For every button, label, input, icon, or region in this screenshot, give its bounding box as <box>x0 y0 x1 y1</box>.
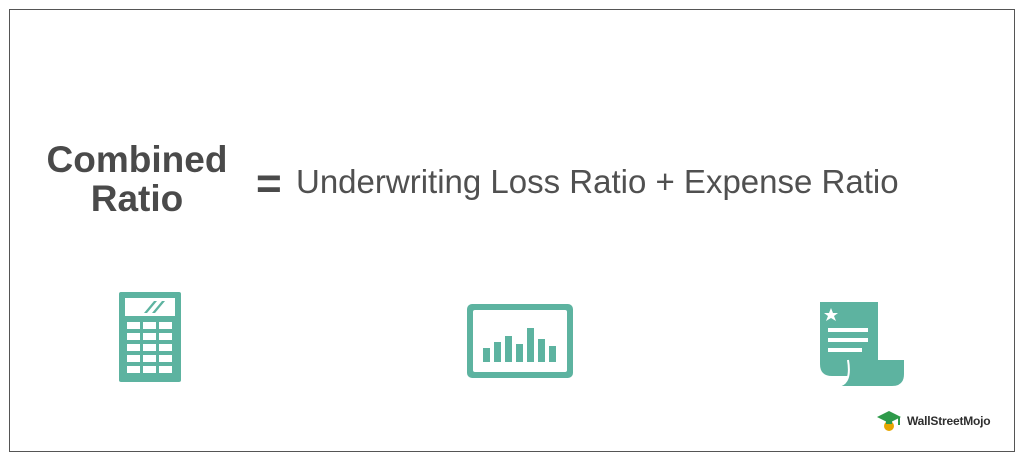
formula-lhs: Combined Ratio <box>36 140 238 218</box>
equals-sign: = <box>256 159 282 208</box>
logo-text: WallStreetMojo <box>907 414 991 428</box>
formula-rhs: Underwriting Loss Ratio + Expense Ratio <box>296 163 899 200</box>
bar-chart-icon <box>467 304 573 378</box>
lhs-line-2: Ratio <box>90 178 184 219</box>
wallstreetmojo-logo: WallStreetMojo <box>876 409 991 433</box>
lhs-line-1: Combined <box>46 139 228 180</box>
document-icon <box>820 302 904 388</box>
calculator-icon <box>119 292 181 382</box>
logo-mark-icon <box>877 411 901 431</box>
